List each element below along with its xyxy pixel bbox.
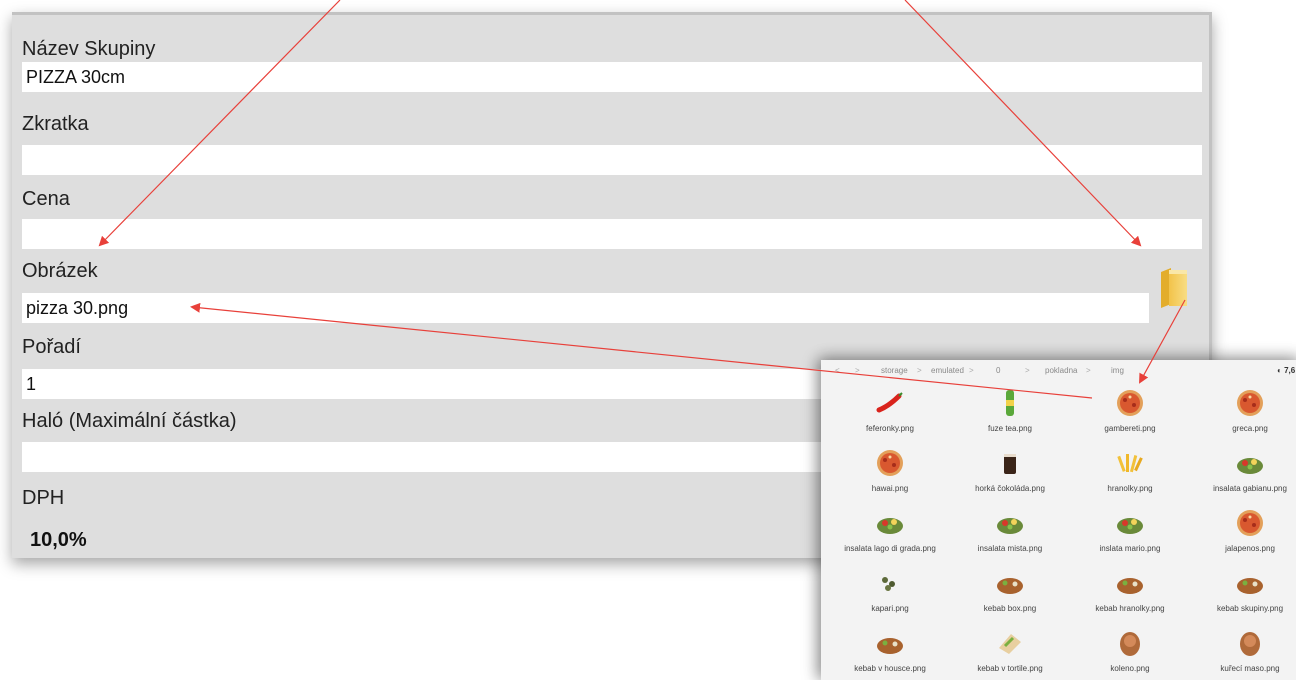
file-name: feferonky.png — [866, 424, 914, 433]
chevron-right-icon: > — [1086, 366, 1091, 375]
vat-value[interactable]: 10,0% — [30, 529, 87, 552]
file-name: inslata mario.png — [1099, 544, 1161, 553]
breadcrumb-back-icon[interactable]: < — [835, 360, 840, 382]
file-tile[interactable]: greca.png — [1191, 388, 1296, 448]
cup-icon — [1004, 454, 1016, 474]
file-tile[interactable]: jalapenos.png — [1191, 508, 1296, 568]
file-name: hawai.png — [871, 484, 909, 493]
max-amount-label: Haló (Maximální částka) — [22, 410, 237, 432]
abbreviation-label: Zkratka — [22, 113, 89, 135]
salad-icon — [1237, 458, 1263, 474]
meat-icon — [1240, 632, 1260, 656]
image-input[interactable]: pizza 30.png — [22, 293, 1149, 323]
price-input[interactable] — [22, 219, 1202, 249]
file-name: hranolky.png — [1107, 484, 1153, 493]
file-tile[interactable]: insalata gabianu.png — [1191, 448, 1296, 508]
file-name: kebab box.png — [983, 604, 1037, 613]
file-tile[interactable]: feferonky.png — [831, 388, 949, 448]
breadcrumb-item[interactable]: 0 — [996, 360, 1000, 382]
pizza-icon — [1237, 390, 1263, 416]
file-tile[interactable]: insalata lago di grada.png — [831, 508, 949, 568]
chevron-right-icon: > — [917, 366, 922, 375]
group-name-label: Název Skupiny — [22, 38, 156, 60]
pizza-icon — [1117, 390, 1143, 416]
file-name: greca.png — [1232, 424, 1268, 433]
storage-indicator: ◐ 7,6 — [1277, 366, 1296, 375]
kebab-icon — [1237, 578, 1263, 594]
file-tile[interactable]: inslata mario.png — [1071, 508, 1189, 568]
file-name: horká čokoláda.png — [975, 484, 1045, 493]
file-tile[interactable]: hawai.png — [831, 448, 949, 508]
file-tile[interactable]: kebab hranolky.png — [1071, 568, 1189, 628]
file-name: insalata gabianu.png — [1213, 484, 1287, 493]
group-name-input[interactable]: PIZZA 30cm — [22, 62, 1202, 92]
file-name: koleno.png — [1110, 664, 1150, 673]
file-tile[interactable]: gambereti.png — [1071, 388, 1189, 448]
breadcrumb-item[interactable]: emulated — [931, 360, 964, 382]
file-name: fuze tea.png — [987, 424, 1033, 433]
file-name: jalapenos.png — [1225, 544, 1275, 553]
pizza-icon — [877, 450, 903, 476]
file-tile[interactable]: hranolky.png — [1071, 448, 1189, 508]
file-browser: < > storage > emulated > 0 > pokladna > … — [821, 360, 1296, 680]
file-name: kebab hranolky.png — [1095, 604, 1165, 613]
file-name: kebab skupiny.png — [1216, 604, 1284, 613]
chili-icon — [876, 392, 903, 413]
salad-icon — [1117, 518, 1143, 534]
kebab-icon — [1117, 578, 1143, 594]
breadcrumb: < > storage > emulated > 0 > pokladna > … — [821, 360, 1296, 382]
chevron-right-icon: > — [855, 366, 860, 375]
folder-icon[interactable] — [1159, 268, 1189, 308]
breadcrumb-item[interactable]: pokladna — [1045, 360, 1077, 382]
order-label: Pořadí — [22, 336, 81, 358]
fries-icon — [1117, 454, 1143, 473]
vat-label: DPH — [22, 487, 65, 509]
file-tile[interactable]: kebab v tortile.png — [951, 628, 1069, 680]
file-tile[interactable]: kebab box.png — [951, 568, 1069, 628]
breadcrumb-item[interactable]: storage — [881, 360, 908, 382]
file-name: kuřecí maso.png — [1220, 664, 1280, 673]
pizza-icon — [1237, 510, 1263, 536]
salad-icon — [877, 518, 903, 534]
file-tile[interactable]: fuze tea.png — [951, 388, 1069, 448]
drink-icon — [1006, 390, 1014, 416]
file-name: gambereti.png — [1104, 424, 1156, 433]
file-tile[interactable]: kebab skupiny.png — [1191, 568, 1296, 628]
capers-icon — [882, 577, 895, 591]
salad-icon — [997, 518, 1023, 534]
file-tile[interactable]: kebab v housce.png — [831, 628, 949, 680]
price-label: Cena — [22, 188, 70, 210]
image-label: Obrázek — [22, 260, 98, 282]
chevron-right-icon: > — [969, 366, 974, 375]
file-name: kebab v housce.png — [854, 664, 926, 673]
file-name: insalata lago di grada.png — [844, 544, 936, 553]
file-name: kapari.png — [871, 604, 909, 613]
file-name: kebab v tortile.png — [977, 664, 1043, 673]
kebab-icon — [877, 638, 903, 654]
file-tile[interactable]: kuřecí maso.png — [1191, 628, 1296, 680]
abbreviation-input[interactable] — [22, 145, 1202, 175]
file-tile[interactable]: insalata mista.png — [951, 508, 1069, 568]
breadcrumb-item[interactable]: img — [1111, 360, 1124, 382]
chevron-right-icon: > — [1025, 366, 1030, 375]
wrap-icon — [999, 634, 1021, 654]
file-tile[interactable]: horká čokoláda.png — [951, 448, 1069, 508]
file-tile[interactable]: koleno.png — [1071, 628, 1189, 680]
file-name: insalata mista.png — [977, 544, 1043, 553]
meat-icon — [1120, 632, 1140, 656]
file-tile[interactable]: kapari.png — [831, 568, 949, 628]
kebab-icon — [997, 578, 1023, 594]
